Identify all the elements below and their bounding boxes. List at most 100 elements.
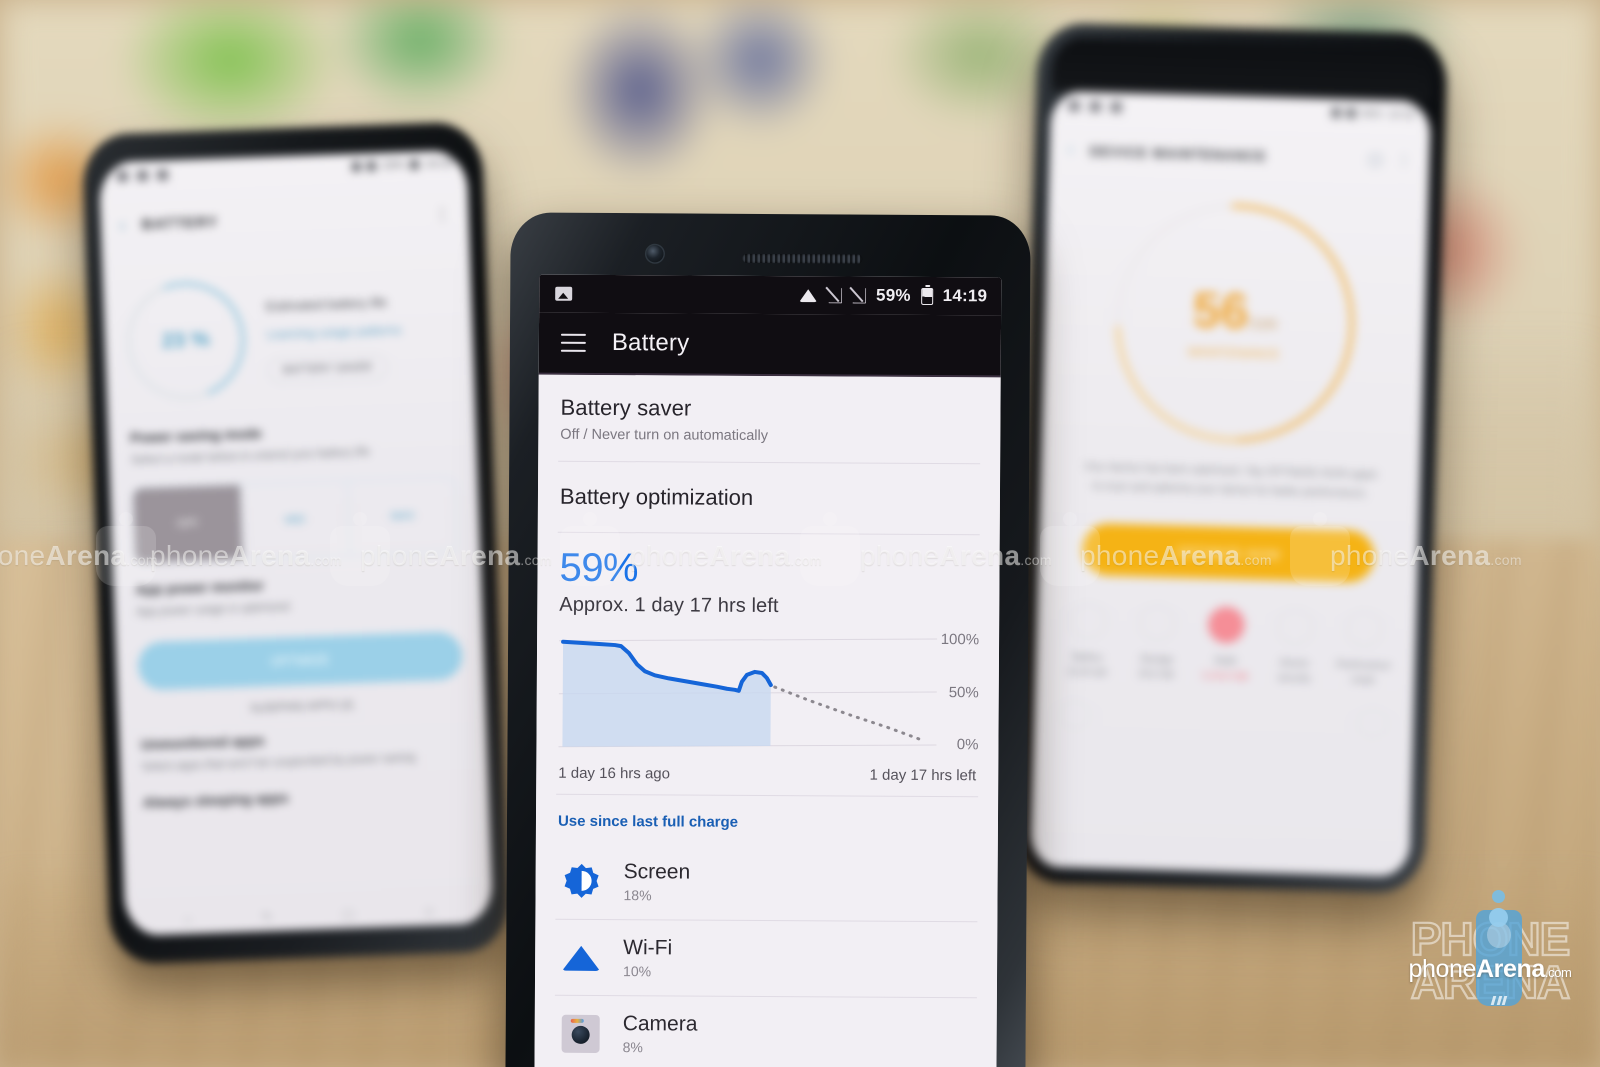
notification-icon [156,169,169,181]
app-power-monitor-title: App power monitor [135,577,265,598]
left-battery-ring: 23 % [109,263,263,418]
nav-back-icon[interactable]: ◇ [424,903,435,919]
tile-ram[interactable]: RAM 2.1/4.0 GB [1193,606,1259,684]
maintenance-score-inner: 56/100 MAINTENANCE [1188,282,1282,361]
power-mode-mid[interactable]: MID [240,481,351,560]
logo-dot-small [1492,890,1505,903]
hamburger-menu-icon[interactable] [560,333,586,353]
power-saving-title: Power saving mode [129,425,262,446]
center-battery-pct: 59% [876,285,911,305]
center-phone-screen: 59% 14:19 Battery Battery saver Off / Ne… [534,274,1002,1067]
list-item[interactable]: Camera 8% [534,996,996,1067]
left-status-notifications [116,169,169,183]
earpiece-speaker [742,253,863,264]
more-vertical-icon[interactable]: ⋮ [433,205,451,225]
extra-icon[interactable] [1059,699,1091,731]
more-vertical-icon[interactable]: ⋮ [1396,151,1411,169]
notification-icon [116,170,129,183]
center-status-indicators: 59% 14:19 [799,285,987,306]
maintenance-score-max: /100 [1247,315,1278,334]
center-phone-top-bezel [510,212,1030,277]
battery-icon [920,287,933,305]
use-since-last-full-charge-link[interactable]: Use since last full charge [536,795,998,847]
tile-storage-value: 29.5 GB [1138,668,1174,681]
app-power-monitor-subtitle: App power usage is optimized [136,601,290,619]
tile-battery-value: 1d 4h left [1067,666,1107,679]
y-label-0: 0% [956,736,979,754]
center-settings-list: Battery saver Off / Never turn on automa… [534,374,1001,1067]
left-ring-value: 23 % [161,327,211,353]
power-mode-off[interactable]: OFF [133,485,244,563]
right-appbar-icons[interactable]: ▢ ⋮ [1368,150,1412,169]
right-phone-samsung: 56% 14:19 ‹ DEVICE MAINTENANCE ▢ ⋮ 56/10… [1014,22,1448,894]
app-name: Camera [622,1012,698,1036]
app-name: Wi-Fi [623,936,673,960]
battery-percent: 59% [559,545,639,591]
tile-performance-mode[interactable]: Performance mode [1331,610,1397,688]
clock-icon [1345,610,1383,648]
left-clock: 14:19 [425,157,454,171]
left-phone-samsung: 23% 14:19 ‹ BATTERY ⋮ 23 % Estimated bat… [81,121,511,965]
battery-icon [410,159,420,170]
list-item[interactable]: Wi-Fi 10% [535,920,997,998]
camera-icon [561,1013,601,1053]
x-label-left: 1 day 16 hrs ago [558,764,671,783]
photo-scene: 23% 14:19 ‹ BATTERY ⋮ 23 % Estimated bat… [0,0,1600,1067]
maintenance-tiles: Battery 1d 4h left Storage 29.5 GB RAM 2… [1035,574,1418,689]
chart-y-labels: 100% 50% 0% [922,631,979,755]
extra-icon[interactable] [1357,707,1389,739]
optimize-now-button[interactable]: OPTIMIZE NOW [1081,523,1376,584]
nav-edit-icon[interactable]: ✎ [261,909,272,925]
nav-home-icon[interactable]: ▢ [342,906,355,922]
x-label-right: 1 day 17 hrs left [869,766,977,785]
tile-device-security[interactable]: Device security [1262,608,1328,686]
shield-icon [1276,608,1314,646]
brightness-icon [561,861,601,901]
signal-off-icon [849,286,866,304]
app-percent: 10% [623,963,652,980]
notification-icon [1089,100,1101,113]
right-clock: 14:19 [1388,108,1415,121]
power-mode-max[interactable]: MAX [348,478,457,556]
signal-icon [1331,107,1341,118]
chart-projection-line [773,685,926,743]
list-item-text: Screen 18% [623,860,690,903]
chart-area-fill [562,641,771,747]
nav-recents-icon[interactable]: ○ [184,912,192,928]
wifi-icon [1346,108,1356,119]
left-page-title: BATTERY [141,214,219,234]
memory-icon [1207,606,1245,644]
power-mode-selector[interactable]: OFF MID MAX [131,476,459,564]
note-icon[interactable]: ▢ [1368,150,1383,168]
chevron-left-icon[interactable]: ‹ [118,214,126,238]
wifi-icon [799,288,818,303]
y-label-50: 50% [948,684,979,702]
center-app-bar: Battery [538,312,1002,378]
signal-icon [352,161,362,172]
chevron-left-icon[interactable]: ‹ [1067,139,1074,161]
maintenance-score-wrap: 56/100 MAINTENANCE [1041,154,1428,492]
left-status-indicators: 23% 14:19 [352,157,453,173]
tile-storage[interactable]: Storage 29.5 GB [1124,604,1190,682]
left-hero-subheading: Learning usage patterns [266,322,402,342]
battery-history-chart: 100% 50% 0% [558,631,979,756]
list-item[interactable]: Screen 18% [535,844,997,922]
center-status-bar: 59% 14:19 [539,274,1002,316]
right-phone-screen: 56% 14:19 ‹ DEVICE MAINTENANCE ▢ ⋮ 56/10… [1029,90,1432,878]
battery-optimization-row[interactable]: Battery optimization [538,462,1000,535]
battery-saver-pill[interactable]: BATTERY SAVER [267,353,388,384]
battery-summary-block: 59% Approx. 1 day 17 hrs left 100% 50% 0… [536,533,1000,785]
maintenance-score-ring: 56/100 MAINTENANCE [1066,154,1404,492]
optimize-button[interactable]: OPTIMIZE [137,630,463,691]
notification-icon [1068,100,1080,112]
center-clock: 14:19 [942,286,988,306]
tile-performance-label: Performance [1335,659,1391,672]
left-phone-screen: 23% 14:19 ‹ BATTERY ⋮ 23 % Estimated bat… [98,149,494,937]
chart-x-labels: 1 day 16 hrs ago 1 day 17 hrs left [558,753,976,785]
tile-battery[interactable]: Battery 1d 4h left [1055,602,1121,681]
app-name: Screen [623,860,691,884]
battery-saver-row[interactable]: Battery saver Off / Never turn on automa… [538,375,1001,464]
front-camera-icon [646,245,664,263]
tile-performance-value: mode [1350,674,1375,686]
battery-icon [1069,602,1107,640]
